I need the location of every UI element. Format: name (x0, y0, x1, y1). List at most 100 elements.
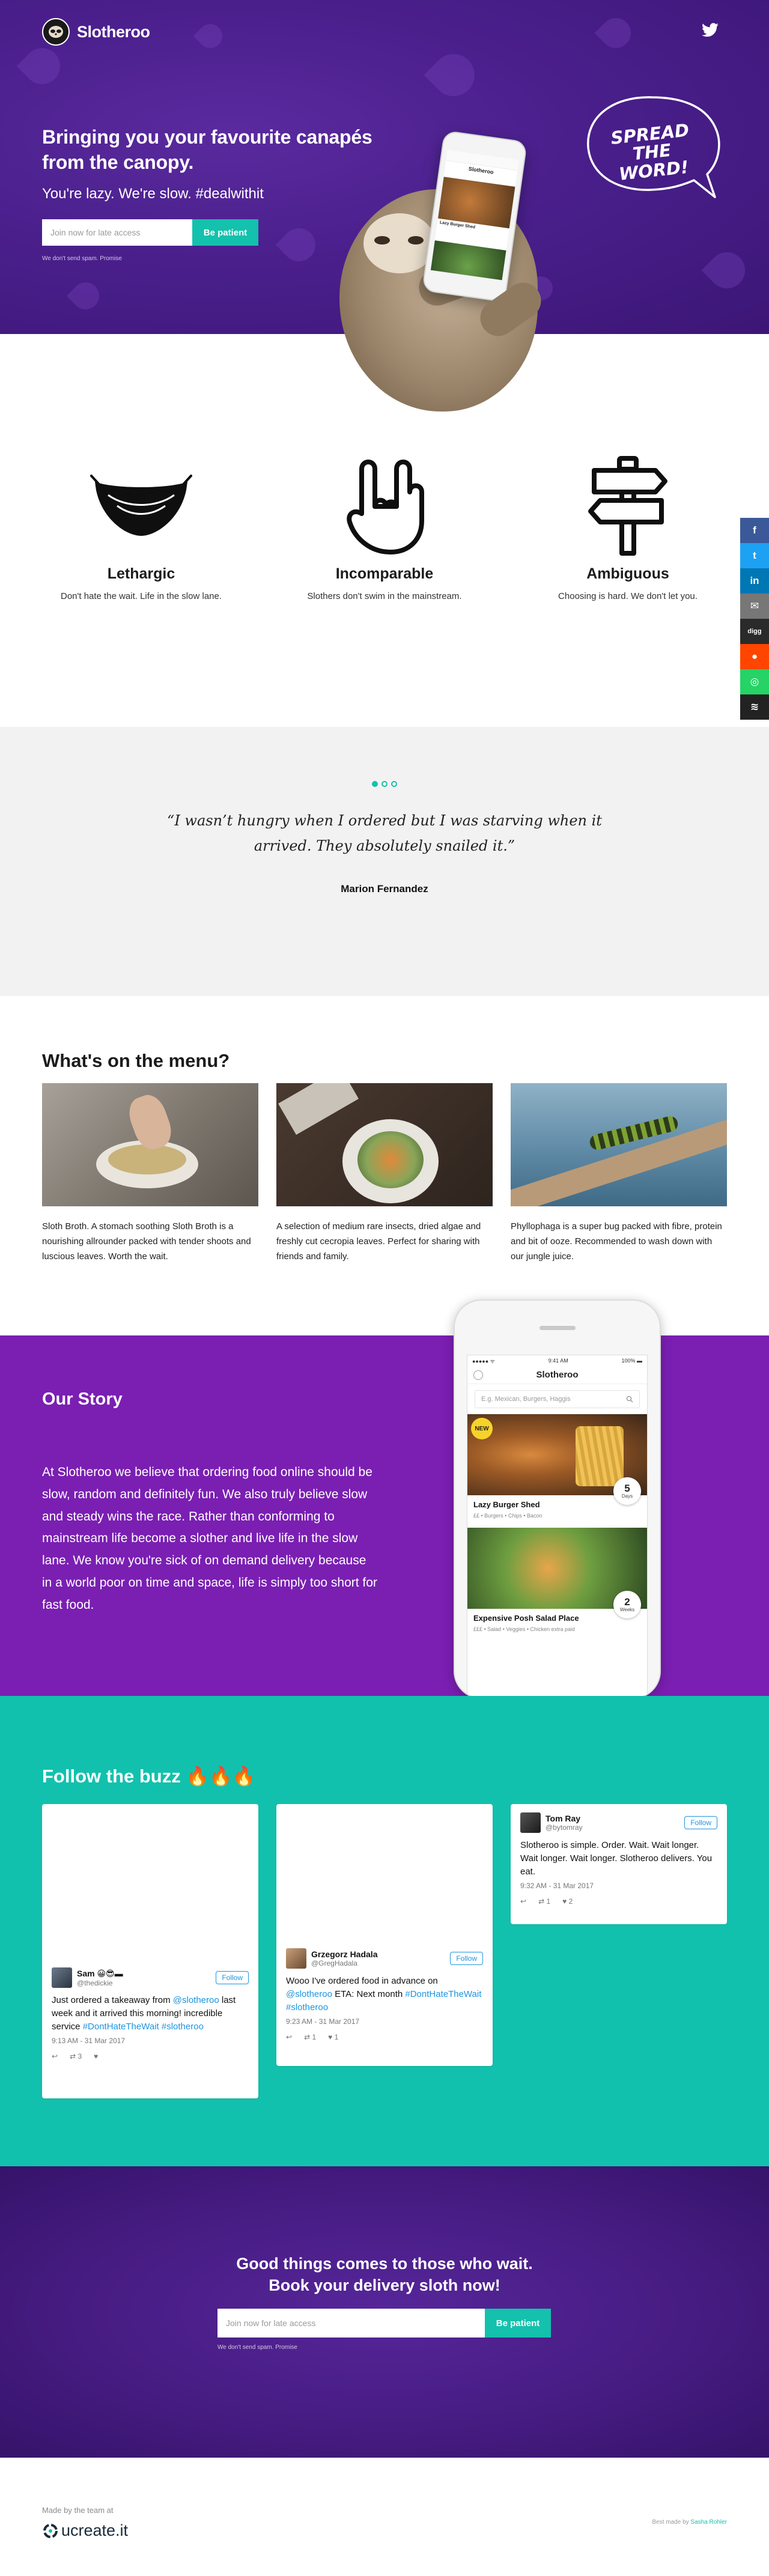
tweet-text: Wooo I've ordered food in advance on @sl… (286, 1976, 482, 2012)
tweet-author-name[interactable]: Tom Ray (546, 1814, 583, 1823)
retweet-icon[interactable]: ⇄ 1 (538, 1897, 550, 1906)
feature-desc: Slothers don't swim in the mainstream. (307, 591, 462, 601)
be-patient-button[interactable]: Be patient (192, 219, 258, 246)
like-icon[interactable]: ♥ 1 (328, 2033, 338, 2041)
spread-the-word-badge: SPREAD THE WORD! (580, 90, 724, 210)
hashtag-link[interactable]: #DontHateTheWait (405, 1989, 481, 1999)
tweet-timestamp[interactable]: 9:32 AM - 31 Mar 2017 (520, 1882, 717, 1890)
ucreate-logo[interactable]: ucreate.it (42, 2521, 128, 2540)
menu-section: What's on the menu? Sloth Broth. A stoma… (0, 996, 769, 1335)
menu-item-desc: Sloth Broth. A stomach soothing Sloth Br… (42, 1221, 251, 1262)
twitter-icon[interactable] (702, 23, 720, 41)
retweet-icon[interactable]: ⇄ 1 (304, 2033, 316, 2041)
feature-desc: Don't hate the wait. Life in the slow la… (60, 591, 222, 601)
follow-the-buzz-section: Follow the buzz 🔥🔥🔥 Sam 😀😎▬ @thedickie F… (0, 1696, 769, 2166)
avatar[interactable] (52, 1967, 72, 1988)
tweet-author-name[interactable]: Grzegorz Hadala (311, 1949, 377, 1959)
tweet-text: Slotheroo is simple. Order. Wait. Wait l… (520, 1840, 713, 1877)
follow-button[interactable]: Follow (684, 1816, 717, 1829)
retweet-icon[interactable]: ⇄ 3 (70, 2052, 82, 2061)
cta-signup-form: Be patient (217, 2309, 551, 2338)
be-patient-button[interactable]: Be patient (485, 2309, 551, 2338)
hero-signup-form: Be patient (42, 219, 258, 246)
menu-item-desc: A selection of medium rare insects, drie… (276, 1221, 481, 1262)
brand-name: Slotheroo (77, 22, 150, 41)
delivery-time-badge: 2 Weeks (613, 1591, 641, 1618)
tweet-timestamp[interactable]: 9:13 AM - 31 Mar 2017 (52, 2037, 249, 2045)
email-input[interactable] (42, 219, 192, 246)
feature-ambiguous: Ambiguous Choosing is hard. We don't let… (529, 454, 727, 601)
follow-button[interactable]: Follow (216, 1971, 249, 1984)
reply-icon[interactable]: ↩ (52, 2052, 58, 2061)
ucreate-logo-icon (43, 2523, 58, 2538)
cta-title: Good things comes to those who wait. Boo… (236, 2255, 533, 2294)
app-phone-mockup: ●●●●● ᯤ 9:41 AM 100% ▬ Slotheroo E.g. Me… (454, 1299, 661, 1699)
reply-icon[interactable]: ↩ (520, 1897, 526, 1906)
avatar[interactable] (286, 1948, 306, 1969)
tweet-card: Sam 😀😎▬ @thedickie Follow Just ordered a… (42, 1804, 258, 2098)
whatsapp-share-icon[interactable]: ◎ (740, 669, 769, 694)
email-share-icon[interactable]: ✉ (740, 594, 769, 619)
menu-item: Phyllophaga is a super bug packed with f… (511, 1083, 727, 1264)
no-spam-note: We don't send spam. Promise (217, 2344, 297, 2351)
facebook-share-icon[interactable]: f (740, 518, 769, 543)
new-badge: NEW (471, 1418, 493, 1439)
testimonial-section: “I wasn’t hungry when I ordered but I wa… (0, 727, 769, 996)
sloth-logo-icon (42, 18, 70, 46)
reddit-share-icon[interactable]: ● (740, 644, 769, 669)
brand[interactable]: Slotheroo (42, 18, 150, 46)
twitter-share-icon[interactable]: t (740, 543, 769, 568)
restaurant-card[interactable]: 2 Weeks Expensive Posh Salad Place £££ •… (467, 1528, 647, 1641)
social-share-bar: f t in ✉ digg ● ◎ ≋ (740, 518, 769, 720)
made-by-text: Made by the team at (42, 2506, 114, 2515)
tweet-timestamp[interactable]: 9:23 AM - 31 Mar 2017 (286, 2017, 483, 2026)
credit-link[interactable]: Sasha Rohler (690, 2519, 727, 2526)
menu-item: A selection of medium rare insects, drie… (276, 1083, 493, 1264)
tweet-author-handle[interactable]: @bytomray (546, 1823, 583, 1832)
tweet-card: Tom Ray @bytomray Follow Slotheroo is si… (511, 1804, 727, 1924)
mention-link[interactable]: @slotheroo (173, 1995, 219, 2005)
carousel-dot[interactable] (381, 781, 388, 787)
digg-share-icon[interactable]: digg (740, 619, 769, 644)
hero-section: Slotheroo Bringing you your favourite ca… (0, 0, 769, 412)
hashtag-link[interactable]: #slotheroo (286, 2002, 328, 2012)
buzz-title: Follow the buzz 🔥🔥🔥 (42, 1766, 256, 1787)
feature-title: Ambiguous (586, 565, 669, 582)
caterpillar-photo (511, 1083, 727, 1206)
buffer-share-icon[interactable]: ≋ (740, 694, 769, 720)
phone-status-bar: ●●●●● ᯤ 9:41 AM 100% ▬ (472, 1358, 642, 1364)
mention-link[interactable]: @slotheroo (286, 1989, 332, 1999)
search-icon (626, 1396, 633, 1403)
reply-icon[interactable]: ↩ (286, 2033, 292, 2041)
story-text: At Slotheroo we believe that ordering fo… (42, 1465, 377, 1612)
delivery-time-badge: 5 Days (613, 1477, 641, 1505)
restaurant-tags: £££ • Salad • Veggies • Chicken extra pa… (473, 1626, 576, 1632)
signpost-icon (529, 454, 727, 559)
like-icon[interactable]: ♥ 2 (562, 1897, 573, 1906)
our-story-section: Our Story At Slotheroo we believe that o… (0, 1299, 769, 1699)
linkedin-share-icon[interactable]: in (740, 568, 769, 594)
email-input[interactable] (217, 2309, 485, 2338)
credit-text: Best made by Sasha Rohler (652, 2519, 727, 2526)
restaurant-card[interactable]: NEW 5 Days Lazy Burger Shed ££ • Burgers… (467, 1414, 647, 1528)
story-title: Our Story (42, 1390, 123, 1409)
tweet-author-handle[interactable]: @thedickie (77, 1979, 123, 1987)
tweet-author-name[interactable]: Sam 😀😎▬ (77, 1969, 123, 1979)
user-icon[interactable] (473, 1370, 483, 1380)
rock-hand-icon (285, 454, 484, 559)
tweet-card: Grzegorz Hadala @GregHadala Follow Wooo … (276, 1804, 493, 2066)
sloth-broth-photo (42, 1083, 258, 1206)
avatar[interactable] (520, 1812, 541, 1833)
hashtag-link[interactable]: #DontHateTheWait (83, 2022, 159, 2032)
sloth-holding-phone-image: Slotheroo Lazy Burger Shed (327, 130, 568, 424)
phone-search-field[interactable]: E.g. Mexican, Burgers, Haggis (475, 1390, 640, 1408)
carousel-dot[interactable] (391, 781, 397, 787)
tweet-text: Just ordered a takeaway from @slotheroo … (52, 1995, 236, 2032)
feature-incomparable: Incomparable Slothers don't swim in the … (285, 454, 484, 601)
tweet-author-handle[interactable]: @GregHadala (311, 1959, 377, 1967)
carousel-dot[interactable] (372, 781, 378, 787)
hashtag-link[interactable]: #slotheroo (162, 2022, 204, 2032)
follow-button[interactable]: Follow (450, 1952, 483, 1965)
like-icon[interactable]: ♥ (94, 2052, 98, 2061)
phone-app-header: Slotheroo (467, 1366, 647, 1384)
